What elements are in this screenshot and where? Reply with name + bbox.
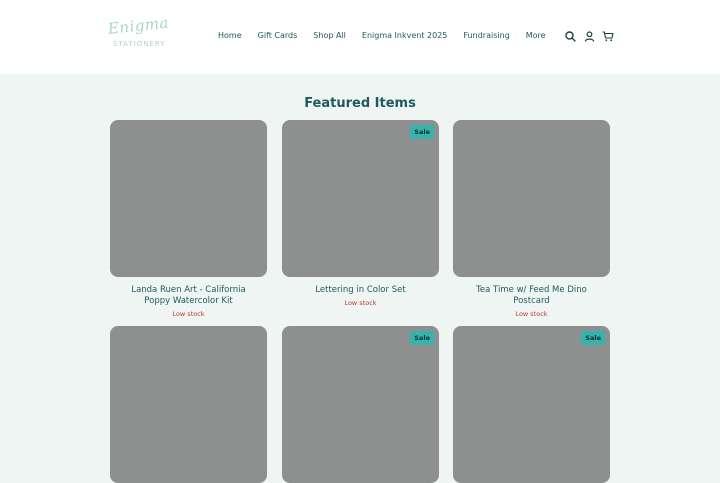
product-card: [110, 326, 267, 483]
nav-item-fundraising[interactable]: Fundraising: [455, 26, 517, 46]
product-image[interactable]: [110, 120, 267, 277]
header-icons: [563, 28, 615, 44]
nav-item-more[interactable]: More: [518, 26, 554, 46]
product-card: Sale Lettering in Color Set Low stock: [282, 120, 439, 307]
stock-status: Low stock: [515, 310, 548, 318]
product-image[interactable]: [110, 326, 267, 483]
main-nav: Home Gift Cards Shop All Enigma Inkvent …: [210, 26, 554, 46]
product-card: Tea Time w/ Feed Me Dino Postcard Low st…: [453, 120, 610, 318]
product-image[interactable]: Sale: [282, 120, 439, 277]
nav-item-shop-all[interactable]: Shop All: [305, 26, 354, 46]
product-image[interactable]: [453, 120, 610, 277]
account-icon[interactable]: [582, 28, 596, 44]
search-icon[interactable]: [563, 28, 577, 44]
site-header: Enigma STATIONERY Home Gift Cards Shop A…: [0, 0, 720, 74]
product-image[interactable]: Sale: [453, 326, 610, 483]
product-title[interactable]: Landa Ruen Art - California Poppy Waterc…: [110, 285, 267, 307]
stock-status: Low stock: [172, 310, 205, 318]
product-image[interactable]: Sale: [282, 326, 439, 483]
site-logo[interactable]: Enigma STATIONERY: [105, 14, 170, 52]
product-title[interactable]: Tea Time w/ Feed Me Dino Postcard: [453, 285, 610, 307]
product-card: Sale: [282, 326, 439, 483]
product-card: Landa Ruen Art - California Poppy Waterc…: [110, 120, 267, 318]
logo-script-text: Enigma: [107, 13, 170, 38]
sale-badge: Sale: [410, 331, 434, 345]
product-title[interactable]: Lettering in Color Set: [282, 285, 439, 296]
sale-badge: Sale: [410, 125, 434, 139]
product-card: Sale: [453, 326, 610, 483]
stock-status: Low stock: [344, 299, 377, 307]
sale-badge: Sale: [581, 331, 605, 345]
nav-item-home[interactable]: Home: [210, 26, 250, 46]
nav-item-inkvent[interactable]: Enigma Inkvent 2025: [354, 26, 456, 46]
nav-item-gift-cards[interactable]: Gift Cards: [250, 26, 306, 46]
logo-sub-text: STATIONERY: [113, 40, 166, 48]
cart-icon[interactable]: [601, 28, 615, 44]
featured-section-title: Featured Items: [304, 96, 416, 111]
